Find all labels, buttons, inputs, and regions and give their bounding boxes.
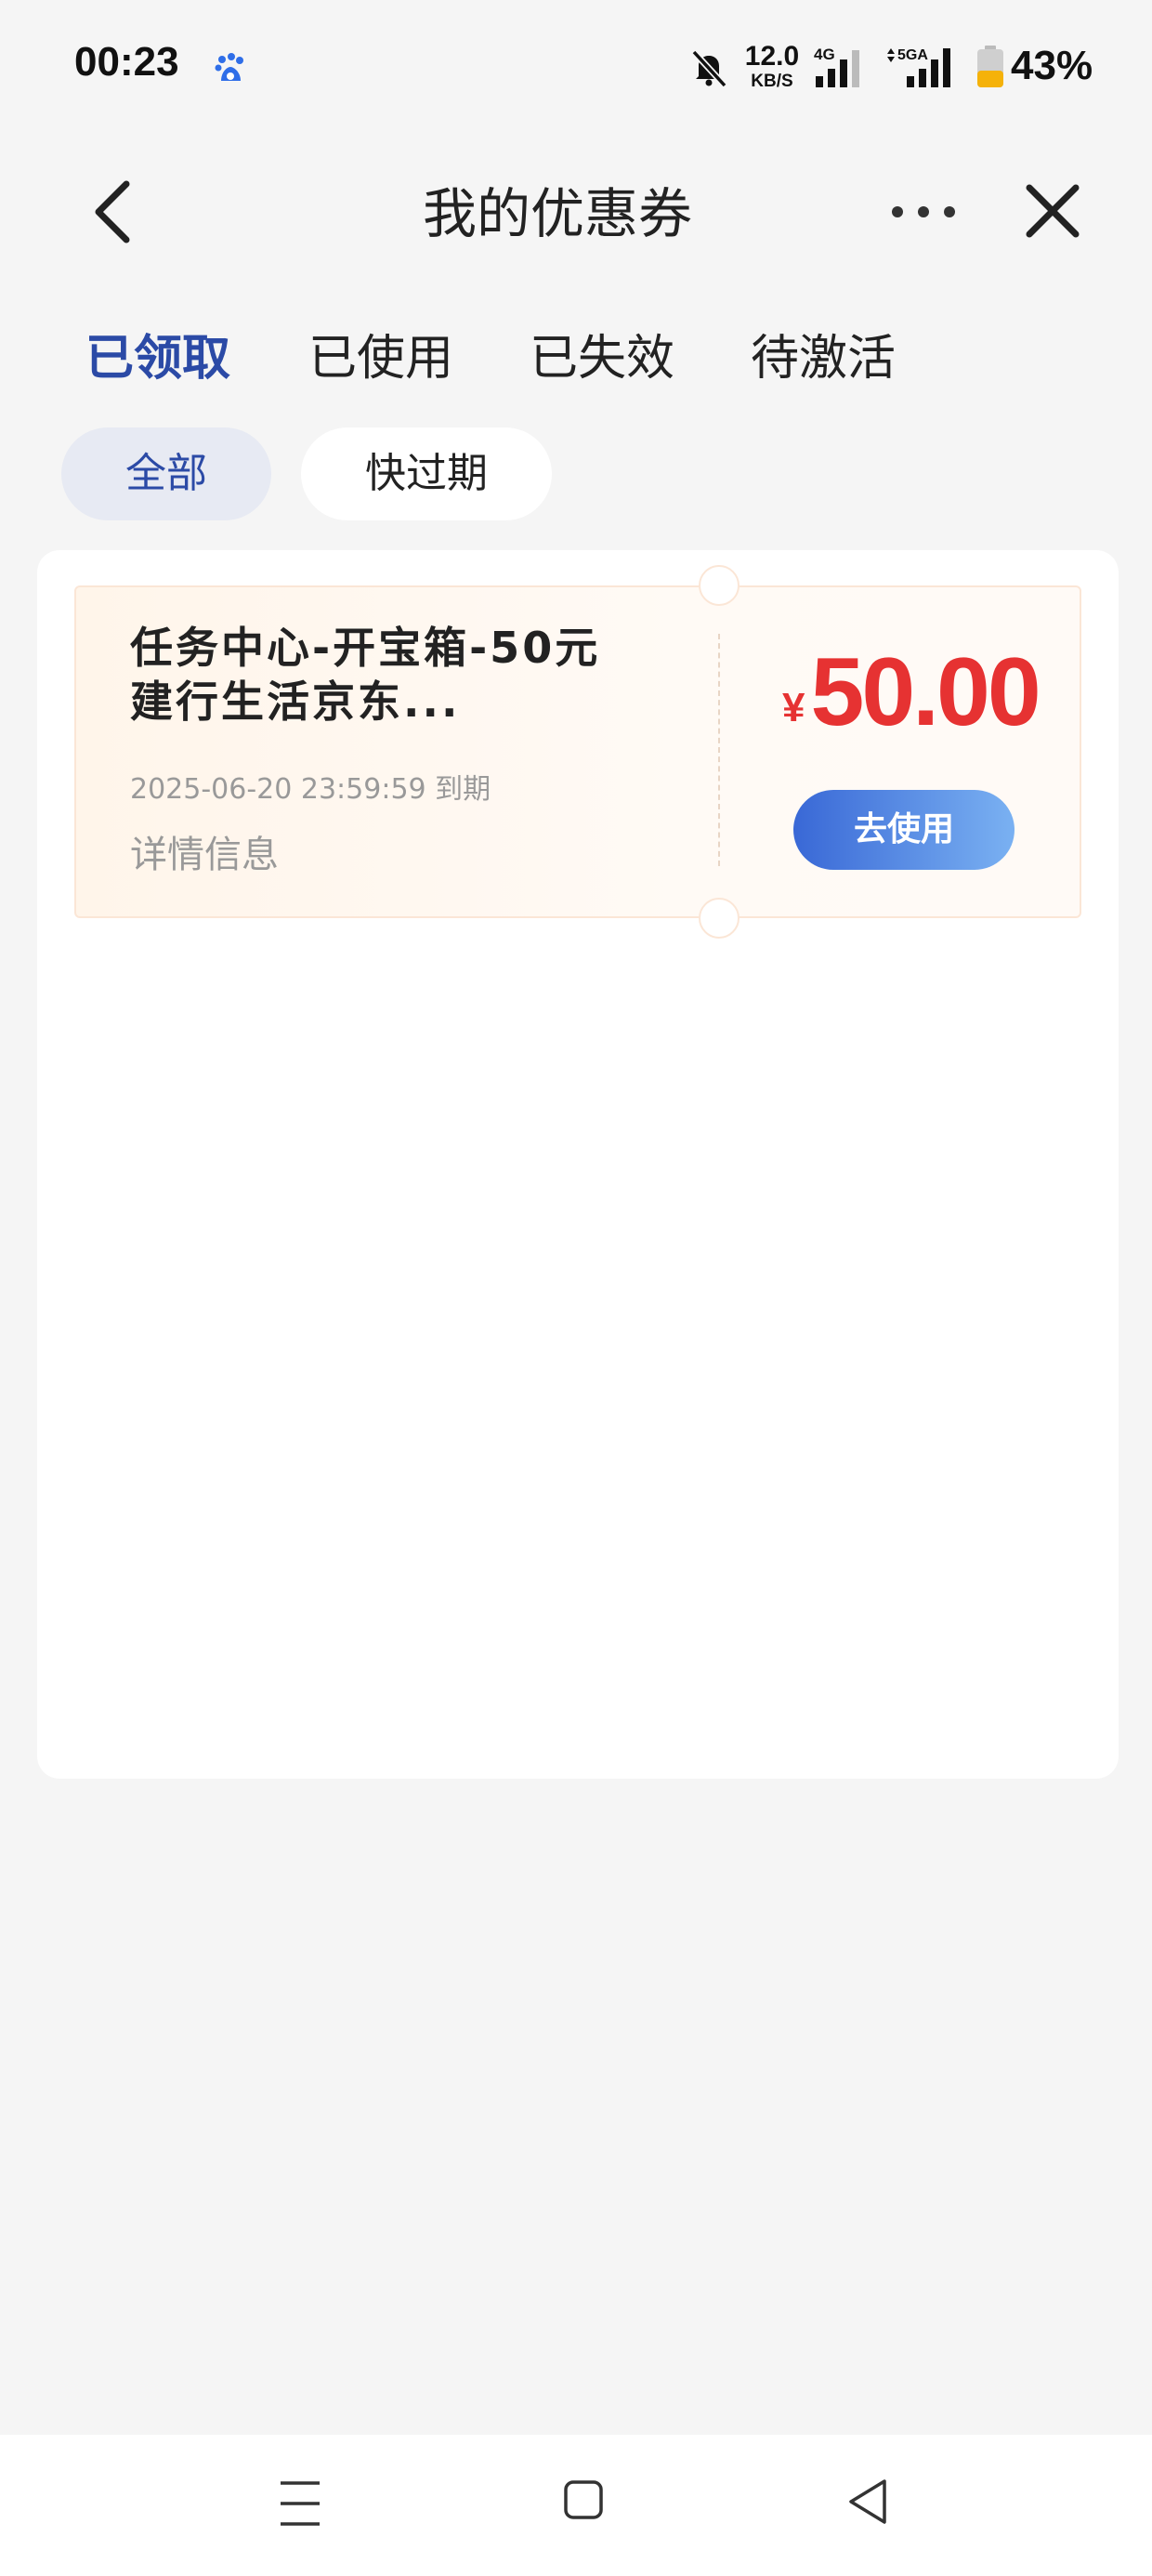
signal-4g-icon: 4G bbox=[814, 46, 859, 87]
signal-5g-label: 5GA bbox=[897, 47, 928, 63]
coupon-title-line1: 任务中心-开宝箱-50元 bbox=[130, 623, 601, 673]
signal-5g-icon: 5GA bbox=[887, 47, 950, 87]
more-options-icon[interactable] bbox=[888, 195, 959, 229]
signal-4g-label: 4G bbox=[814, 46, 835, 63]
close-icon[interactable] bbox=[1022, 180, 1083, 242]
mute-bell-icon bbox=[691, 49, 727, 88]
status-bar: 00:23 12.0 KB/S 4G 5GA 43% bbox=[0, 0, 1152, 139]
coupon-divider bbox=[718, 634, 720, 866]
coupon-title: 任务中心-开宝箱-50元 建行生活京东... bbox=[130, 621, 687, 729]
net-speed-unit: KB/S bbox=[751, 72, 793, 91]
back-triangle-icon[interactable] bbox=[847, 2477, 888, 2526]
tab-used[interactable]: 已使用 bbox=[308, 325, 453, 392]
net-speed: 12.0 KB/S bbox=[740, 41, 805, 91]
coupon-list: 任务中心-开宝箱-50元 建行生活京东... 2025-06-20 23:59:… bbox=[37, 550, 1119, 1779]
tab-pending-activation[interactable]: 待激活 bbox=[751, 325, 896, 392]
battery-percent: 43% bbox=[1011, 43, 1093, 88]
coupon-details-link[interactable]: 详情信息 bbox=[130, 831, 279, 879]
coupon-title-line2: 建行生活京东... bbox=[130, 677, 461, 727]
coupon-expiry: 2025-06-20 23:59:59 到期 bbox=[130, 773, 491, 806]
system-nav-bar bbox=[0, 2435, 1152, 2576]
coupon-notch-top bbox=[699, 565, 740, 606]
home-square-icon[interactable] bbox=[563, 2479, 604, 2520]
menu-icon[interactable] bbox=[279, 2477, 321, 2530]
battery-icon bbox=[977, 46, 1003, 87]
filter-all-chip[interactable]: 全部 bbox=[61, 427, 271, 520]
net-speed-value: 12.0 bbox=[744, 41, 800, 72]
baidu-icon bbox=[215, 53, 243, 81]
status-time: 00:23 bbox=[74, 39, 179, 85]
coupon-notch-bottom bbox=[699, 898, 740, 939]
use-coupon-button[interactable]: 去使用 bbox=[793, 790, 1015, 870]
currency-symbol: ¥ bbox=[782, 685, 805, 730]
tab-expired[interactable]: 已失效 bbox=[530, 325, 674, 392]
filter-expiring-chip[interactable]: 快过期 bbox=[301, 427, 552, 520]
coupon-card[interactable]: 任务中心-开宝箱-50元 建行生活京东... 2025-06-20 23:59:… bbox=[74, 565, 1081, 939]
coupon-amount-value: 50.00 bbox=[810, 638, 1041, 746]
tab-received[interactable]: 已领取 bbox=[85, 325, 230, 392]
coupon-page: 00:23 12.0 KB/S 4G 5GA 43% 我的优惠券 已领取 已使用… bbox=[0, 0, 1152, 2576]
coupon-amount: ¥50.00 bbox=[782, 637, 1041, 748]
